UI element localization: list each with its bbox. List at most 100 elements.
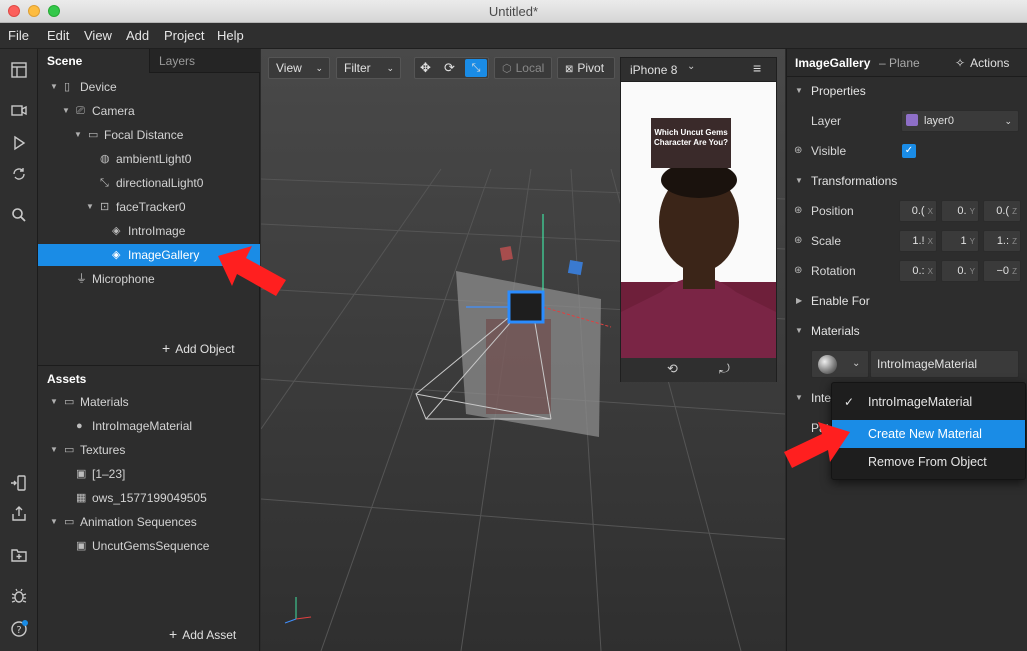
- refresh-icon[interactable]: [10, 165, 28, 183]
- rotation-z-field[interactable]: −0 Z: [983, 260, 1021, 282]
- asset-item-uncutgemssequence[interactable]: ▣ UncutGemsSequence: [38, 535, 260, 557]
- collapse-triangle-icon[interactable]: ▼: [50, 391, 58, 413]
- help-icon[interactable]: ?: [10, 620, 28, 638]
- tab-scene[interactable]: Scene: [38, 49, 149, 73]
- visible-row: ⊛ Visible ✓: [787, 136, 1027, 166]
- asset-item-introimagematerial[interactable]: ● IntroImageMaterial: [38, 415, 260, 437]
- layer-dropdown[interactable]: layer0 ⌄: [901, 110, 1019, 132]
- collapse-triangle-icon[interactable]: ▼: [62, 100, 70, 122]
- add-object-button[interactable]: + Add Object: [162, 340, 235, 356]
- add-object-label: Add Object: [175, 342, 235, 356]
- menu-icon[interactable]: ≡: [753, 60, 761, 76]
- interactions-label: Inte: [811, 391, 832, 405]
- folder-icon: ▭: [64, 444, 75, 456]
- actions-button[interactable]: ✧ Actions: [955, 49, 1009, 77]
- window-title: Untitled*: [488, 4, 539, 19]
- scale-x-field[interactable]: 1.! X: [899, 230, 937, 252]
- menu-view[interactable]: View: [84, 28, 112, 43]
- layout-icon[interactable]: [10, 61, 28, 79]
- collapse-triangle-icon[interactable]: ▼: [74, 124, 82, 146]
- collapse-triangle-icon[interactable]: ▼: [50, 511, 58, 533]
- position-y-field[interactable]: 0. Y: [941, 200, 979, 222]
- local-toggle[interactable]: ⬡ Local: [494, 57, 552, 79]
- menu-file[interactable]: File: [8, 28, 29, 43]
- scene-item-camera[interactable]: ▼ ⎚ Camera: [38, 100, 260, 122]
- position-z-field[interactable]: 0.( Z: [983, 200, 1021, 222]
- asset-item-materials[interactable]: ▼ ▭ Materials: [38, 391, 260, 413]
- scene-item-facetracker0[interactable]: ▼ ⊡ faceTracker0: [38, 196, 260, 218]
- position-x-field[interactable]: 0.( X: [899, 200, 937, 222]
- search-icon[interactable]: [10, 206, 28, 224]
- chevron-down-icon[interactable]: ⌄: [687, 61, 695, 72]
- menu-add[interactable]: Add: [126, 28, 149, 43]
- enable-for-label: Enable For: [811, 294, 870, 308]
- pivot-toggle[interactable]: ⊠ Pivot: [557, 57, 615, 79]
- asset-item-animation-sequences[interactable]: ▼ ▭ Animation Sequences: [38, 511, 260, 533]
- menu-edit[interactable]: Edit: [47, 28, 69, 43]
- upload-icon[interactable]: [10, 505, 28, 523]
- menu-project[interactable]: Project: [164, 28, 204, 43]
- add-asset-button[interactable]: + Add Asset: [169, 626, 236, 642]
- menu-item-remove-from-object[interactable]: Remove From Object: [832, 448, 1025, 476]
- connect-arrow-icon[interactable]: ⊛: [794, 226, 802, 256]
- menu-item-create-new-material[interactable]: Create New Material: [832, 420, 1025, 448]
- visible-checkbox[interactable]: ✓: [902, 144, 916, 158]
- scene-item-focal-distance[interactable]: ▼ ▭ Focal Distance: [38, 124, 260, 146]
- handle-blue[interactable]: [567, 260, 583, 276]
- selected-image-gallery[interactable]: [507, 290, 545, 324]
- move-tool-icon[interactable]: ✥: [420, 58, 431, 78]
- section-transformations[interactable]: ▼ Transformations: [787, 166, 1027, 196]
- connect-arrow-icon[interactable]: ⊛: [794, 256, 802, 286]
- view-dropdown[interactable]: View ⌄: [268, 57, 330, 79]
- scene-item-device[interactable]: ▼ ▯ Device: [38, 76, 260, 98]
- material-picker-button[interactable]: ⌄: [811, 350, 869, 378]
- materials-label: Materials: [811, 324, 860, 338]
- item-label: Camera: [92, 104, 135, 118]
- send-to-device-icon[interactable]: [10, 474, 28, 492]
- collapse-triangle-icon[interactable]: ▼: [50, 439, 58, 461]
- scale-z-field[interactable]: 1.: Z: [983, 230, 1021, 252]
- folder-icon: ▭: [64, 396, 75, 408]
- rotation-y-field[interactable]: 0. Y: [941, 260, 979, 282]
- menu-help[interactable]: Help: [217, 28, 244, 43]
- play-icon[interactable]: [10, 134, 28, 152]
- inspector-panel: ImageGallery – Plane ✧ Actions ▼ Propertie…: [786, 49, 1027, 651]
- object-type: – Plane: [879, 56, 920, 70]
- rotate-device-icon[interactable]: ⤾: [719, 361, 730, 377]
- bug-icon[interactable]: [10, 587, 28, 605]
- asset-item-1-23[interactable]: ▣ [1–23]: [38, 463, 260, 485]
- scene-item-directionallight0[interactable]: ⤡ directionalLight0: [38, 172, 260, 194]
- device-selector[interactable]: iPhone 8: [630, 63, 677, 77]
- handle-red[interactable]: [499, 246, 513, 261]
- add-folder-icon[interactable]: [10, 546, 28, 564]
- scene-item-introimage[interactable]: ◈ IntroImage: [38, 220, 260, 242]
- collapse-triangle-icon[interactable]: ▼: [50, 76, 58, 98]
- section-materials[interactable]: ▼ Materials: [787, 316, 1027, 346]
- section-properties[interactable]: ▼ Properties: [787, 76, 1027, 106]
- viewport[interactable]: View ⌄ Filter ⌄ ✥ ⟳ ⤡ ⬡ Local ⊠ Pivot iPhone…: [261, 49, 785, 651]
- material-dropdown-menu: ✓ IntroImageMaterial Create New Material …: [831, 382, 1026, 480]
- item-label: ambientLight0: [116, 152, 192, 166]
- scale-tool-icon[interactable]: ⤡: [465, 59, 487, 77]
- tab-layers[interactable]: Layers: [149, 49, 260, 73]
- expand-triangle-icon: ▶: [796, 296, 803, 305]
- section-enable-for[interactable]: ▶ Enable For: [787, 286, 1027, 316]
- collapse-triangle-icon[interactable]: ▼: [86, 196, 94, 218]
- layer-label: Layer: [811, 114, 842, 128]
- asset-item-ows-1577199049505[interactable]: ▦ ows_1577199049505: [38, 487, 260, 509]
- connect-arrow-icon[interactable]: ⊛: [794, 136, 802, 166]
- material-name-field[interactable]: IntroImageMaterial: [870, 350, 1019, 378]
- scale-y-field[interactable]: 1 Y: [941, 230, 979, 252]
- asset-item-textures[interactable]: ▼ ▭ Textures: [38, 439, 260, 461]
- annotation-arrow-scene: [218, 246, 286, 296]
- scale-x-value: 1.!: [912, 235, 925, 247]
- filter-dropdown[interactable]: Filter ⌄: [336, 57, 401, 79]
- menu-item-intro-image-material[interactable]: ✓ IntroImageMaterial: [832, 388, 1025, 416]
- scene-item-ambientlight0[interactable]: ◍ ambientLight0: [38, 148, 260, 170]
- rotate-tool-icon[interactable]: ⟳: [444, 58, 455, 78]
- video-camera-icon[interactable]: [10, 101, 28, 119]
- title-bar: Untitled*: [0, 0, 1027, 23]
- flip-camera-icon[interactable]: ⟲: [667, 361, 678, 377]
- connect-arrow-icon[interactable]: ⊛: [794, 196, 802, 226]
- rotation-x-field[interactable]: 0.: X: [899, 260, 937, 282]
